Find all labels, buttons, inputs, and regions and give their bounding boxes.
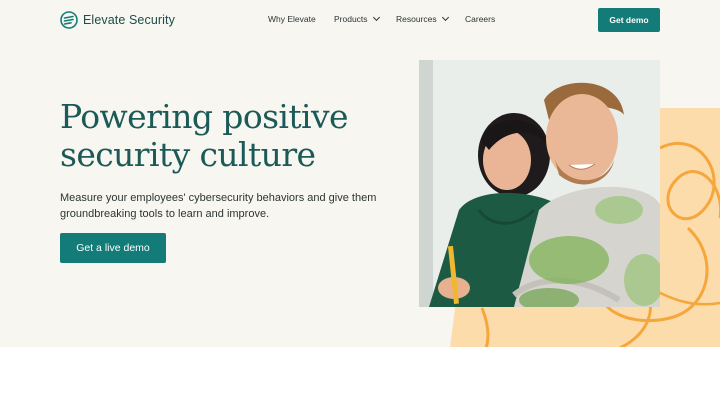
elevate-logo-icon [60,11,78,29]
nav-item-resources[interactable]: Resources [396,13,449,24]
people-illustration [419,60,660,307]
hero-photo [419,60,660,307]
nav-item-why-elevate[interactable]: Why Elevate [268,14,316,24]
brand-name-main: Elevate [83,13,126,27]
hero-headline: Powering positive security culture [60,98,400,174]
nav-item-careers[interactable]: Careers [465,14,495,24]
brand-name-suffix: Security [128,13,175,27]
brand-name: Elevate Security [83,13,175,27]
hero-section: Elevate Security Why Elevate Products Re… [0,0,720,347]
get-demo-button[interactable]: Get demo [598,8,660,32]
below-hero-area [0,347,720,400]
nav-item-products[interactable]: Products [334,13,380,24]
get-live-demo-button[interactable]: Get a live demo [60,233,166,263]
hero-subtext: Measure your employees' cybersecurity be… [60,192,377,220]
nav-item-label: Resources [396,14,437,24]
nav-item-label: Careers [465,14,496,24]
chevron-down-icon [441,13,449,22]
headline-line-1: Powering positive [60,97,349,136]
brand-logo[interactable]: Elevate Security [60,11,175,29]
chevron-down-icon [372,13,380,22]
nav-item-label: Products [334,14,368,24]
headline-line-2: security culture [60,135,316,174]
nav-item-label: Why Elevate [268,14,316,24]
